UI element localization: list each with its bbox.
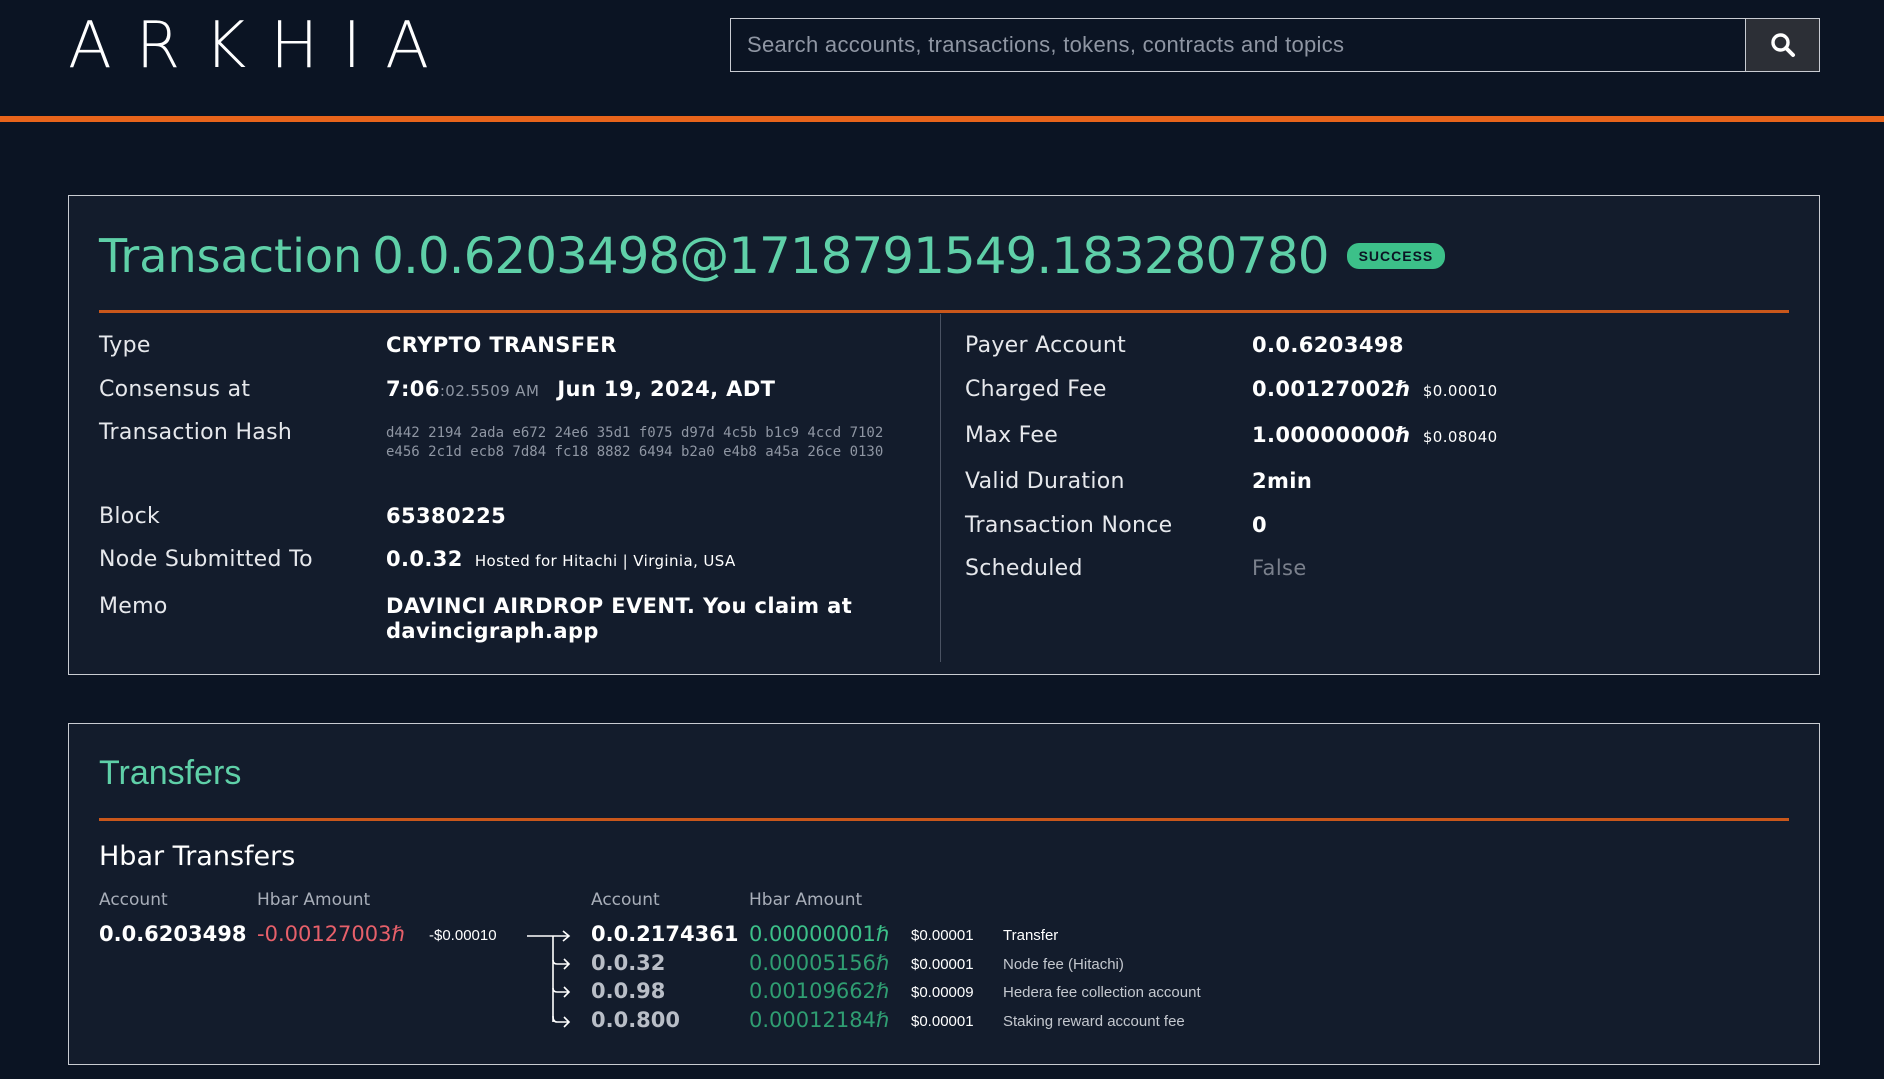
charged-fee-group: 0.00127002ℏ $0.00010 xyxy=(1252,377,1498,401)
search-input[interactable] xyxy=(731,19,1745,71)
valid-duration-label: Valid Duration xyxy=(965,469,1125,494)
search-bar xyxy=(730,18,1820,72)
payer-label: Payer Account xyxy=(965,333,1127,358)
to-amount-1: 0.00000001ℏ xyxy=(749,922,890,946)
from-amount: -0.00127003ℏ xyxy=(257,922,405,946)
transfers-title: Transfers xyxy=(99,754,242,792)
transfers-panel: Transfers Hbar Transfers Account Hbar Am… xyxy=(68,723,1820,1065)
to-usd-2: $0.00001 xyxy=(911,956,974,973)
consensus-label: Consensus at xyxy=(99,377,251,402)
to-account-4[interactable]: 0.0.800 xyxy=(591,1008,680,1032)
memo-label: Memo xyxy=(99,594,168,619)
charged-fee-label: Charged Fee xyxy=(965,377,1107,402)
node-value-group: 0.0.32 Hosted for Hitachi | Virginia, US… xyxy=(386,547,736,571)
max-fee-group: 1.00000000ℏ $0.08040 xyxy=(1252,423,1498,447)
node-host: Hosted for Hitachi | Virginia, USA xyxy=(474,552,736,570)
max-fee-usd: $0.08040 xyxy=(1422,428,1498,446)
consensus-seconds: :02.5509 AM xyxy=(439,382,540,400)
to-account-header: Account xyxy=(591,890,660,910)
transfers-divider xyxy=(99,818,1789,821)
from-account-header: Account xyxy=(99,890,168,910)
status-badge: SUCCESS xyxy=(1346,243,1446,269)
title-divider xyxy=(99,310,1789,313)
to-account-2[interactable]: 0.0.32 xyxy=(591,951,665,975)
to-amount-4: 0.00012184ℏ xyxy=(749,1008,890,1032)
valid-duration-value: 2min xyxy=(1252,469,1313,493)
type-label: Type xyxy=(99,333,151,358)
top-header: ARKHIA xyxy=(0,0,1884,118)
hbar-transfers-title: Hbar Transfers xyxy=(99,841,296,872)
from-account[interactable]: 0.0.6203498 xyxy=(99,922,246,946)
hash-value[interactable]: d442 2194 2ada e672 24e6 35d1 f075 d97d … xyxy=(386,424,906,462)
scheduled-value: False xyxy=(1252,556,1307,580)
to-account-1[interactable]: 0.0.2174361 xyxy=(591,922,738,946)
transfer-arrows-icon xyxy=(527,930,571,1028)
consensus-time: 7:06 xyxy=(386,377,440,401)
hash-label: Transaction Hash xyxy=(99,420,293,445)
to-account-3[interactable]: 0.0.98 xyxy=(591,979,665,1003)
charged-fee-usd: $0.00010 xyxy=(1422,382,1498,400)
from-amount-header: Hbar Amount xyxy=(257,890,371,910)
to-usd-1: $0.00001 xyxy=(911,927,974,944)
transaction-panel: Transaction 0.0.6203498@1718791549.18328… xyxy=(68,195,1820,675)
block-label: Block xyxy=(99,504,161,529)
node-label: Node Submitted To xyxy=(99,547,313,572)
to-amount-2: 0.00005156ℏ xyxy=(749,951,890,975)
consensus-date: Jun 19, 2024, ADT xyxy=(557,377,776,401)
consensus-value: 7:06 :02.5509 AM Jun 19, 2024, ADT xyxy=(386,377,775,401)
to-desc-2: Node fee (Hitachi) xyxy=(1003,956,1124,973)
memo-value: DAVINCI AIRDROP EVENT. You claim at davi… xyxy=(386,594,853,643)
from-usd: -$0.00010 xyxy=(429,927,497,944)
max-fee-label: Max Fee xyxy=(965,423,1059,448)
to-amount-3: 0.00109662ℏ xyxy=(749,979,890,1003)
to-desc-4: Staking reward account fee xyxy=(1003,1013,1185,1030)
type-value: CRYPTO TRANSFER xyxy=(386,333,617,357)
search-icon xyxy=(1770,33,1795,57)
nonce-value: 0 xyxy=(1252,513,1268,537)
transaction-id: 0.0.6203498@1718791549.183280780 xyxy=(372,227,1329,285)
transaction-title-prefix: Transaction xyxy=(99,229,363,283)
nonce-label: Transaction Nonce xyxy=(965,513,1173,538)
payer-value[interactable]: 0.0.6203498 xyxy=(1252,333,1404,357)
arkhia-logo[interactable]: ARKHIA xyxy=(68,10,453,82)
column-divider xyxy=(940,314,941,662)
to-desc-3: Hedera fee collection account xyxy=(1003,984,1201,1001)
to-usd-3: $0.00009 xyxy=(911,984,974,1001)
charged-fee-value: 0.00127002ℏ xyxy=(1252,377,1411,401)
search-button[interactable] xyxy=(1745,19,1819,71)
block-value[interactable]: 65380225 xyxy=(386,504,506,528)
to-desc-1: Transfer xyxy=(1003,927,1059,944)
header-accent-bar xyxy=(0,116,1884,122)
node-value[interactable]: 0.0.32 xyxy=(386,547,463,571)
scheduled-label: Scheduled xyxy=(965,556,1083,581)
transaction-title: Transaction 0.0.6203498@1718791549.18328… xyxy=(99,226,1446,286)
to-amount-header: Hbar Amount xyxy=(749,890,863,910)
max-fee-value: 1.00000000ℏ xyxy=(1252,423,1411,447)
to-usd-4: $0.00001 xyxy=(911,1013,974,1030)
